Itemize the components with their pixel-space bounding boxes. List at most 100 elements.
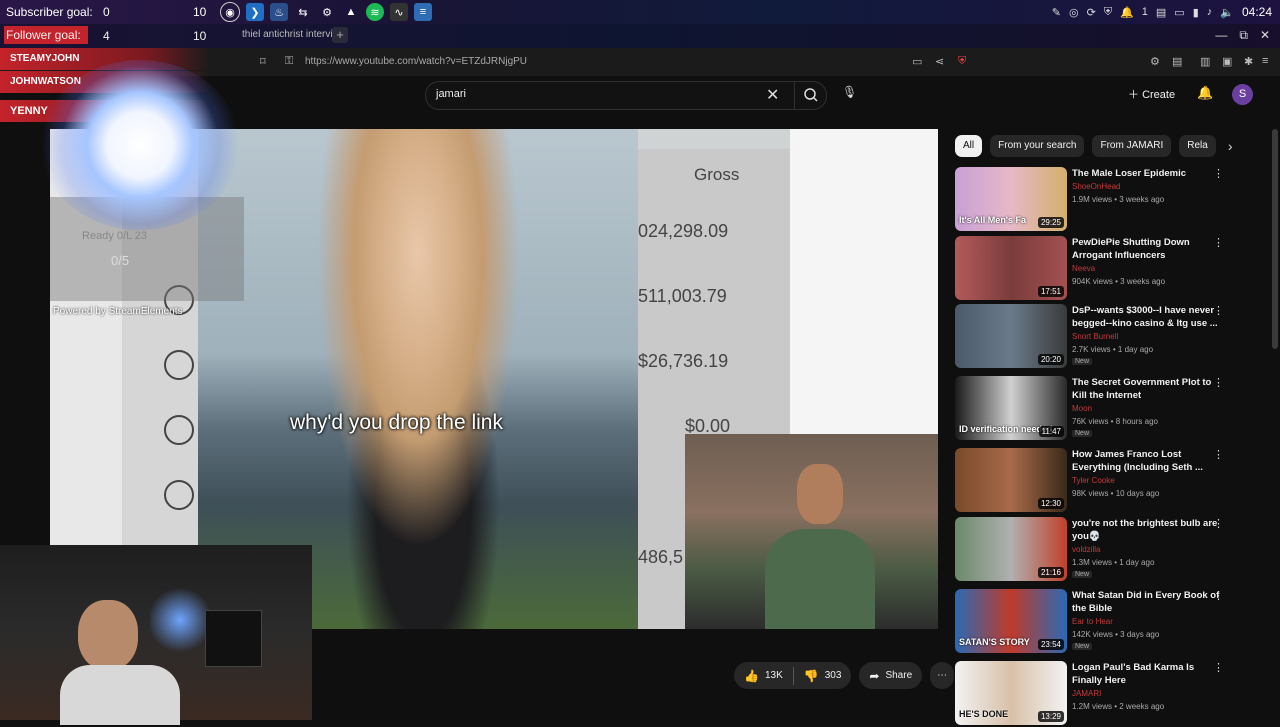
search-icon [804,88,818,102]
minimize-icon[interactable]: — [1215,28,1227,43]
video-title[interactable]: The Male Loser Epidemic [1072,167,1220,180]
like-count[interactable]: 13K [765,670,783,681]
tray-count: 1 [1141,6,1148,18]
video-title[interactable]: The Secret Government Plot to Kill the I… [1072,376,1220,402]
video-title[interactable]: Logan Paul's Bad Karma Is Finally Here [1072,661,1220,687]
terminal-icon[interactable]: ⇆ [294,3,312,21]
obs-icon[interactable]: ◉ [220,2,240,22]
recommendation-item[interactable]: 12:30 How James Franco Lost Everything (… [955,448,1235,514]
channel-name[interactable]: Tyler Cooke [1072,476,1115,485]
cast-icon[interactable]: ▭ [912,55,922,68]
video-title[interactable]: DsP--wants $3000--I have never begged--k… [1072,304,1220,330]
notifications-icon[interactable]: 🔔 [1197,85,1213,101]
kebab-menu-icon[interactable]: ⋮ [1213,661,1224,674]
channel-name[interactable]: JAMARI [1072,689,1101,698]
maximize-icon[interactable]: ⧉ [1239,28,1248,43]
new-tab-button[interactable]: + [332,27,348,43]
settings-icon[interactable]: ⚙ [318,3,336,21]
video-thumbnail[interactable]: It's All Men's Fa 29:25 [955,167,1067,231]
dislike-count[interactable]: 303 [825,670,842,681]
kebab-menu-icon[interactable]: ⋮ [1213,448,1224,461]
battery-icon[interactable]: ▮ [1193,6,1199,19]
recommendation-item[interactable]: ID verification needed 11:47 The Secret … [955,376,1235,442]
chip-from-search[interactable]: From your search [990,135,1085,157]
chip-all[interactable]: All [955,135,983,157]
account-avatar[interactable]: S [1232,84,1253,105]
video-thumbnail[interactable]: HE'S DONE 13:29 [955,661,1067,725]
video-title[interactable]: What Satan Did in Every Book of the Bibl… [1072,589,1220,615]
chevron-right-icon[interactable]: › [1228,138,1233,154]
inkscape-icon[interactable]: ▲ [342,3,360,21]
chip-from-channel[interactable]: From JAMARI [1092,135,1172,157]
reader-icon[interactable]: ▤ [1172,55,1182,68]
printer-icon[interactable]: ▤ [1156,6,1166,19]
lock-icon[interactable]: ⚿ [285,55,293,68]
url-field[interactable]: https://www.youtube.com/watch?v=ETZdJRNj… [305,56,527,67]
recommendation-item[interactable]: It's All Men's Fa 29:25 The Male Loser E… [955,167,1235,233]
monitor-icon[interactable]: ∿ [390,3,408,21]
kebab-menu-icon[interactable]: ⋮ [1213,167,1224,180]
video-thumbnail[interactable]: 21:16 [955,517,1067,581]
video-thumbnail[interactable]: 20:20 [955,304,1067,368]
share-button[interactable]: ➦ Share [859,662,923,689]
video-thumbnail[interactable]: 17:51 [955,236,1067,300]
video-title[interactable]: you're not the brightest bulb are you💀 [1072,517,1220,543]
kebab-menu-icon[interactable]: ⋮ [1213,376,1224,389]
display-icon[interactable]: ▭ [1174,6,1184,19]
clear-search-icon[interactable]: ✕ [766,85,779,105]
video-title[interactable]: How James Franco Lost Everything (Includ… [1072,448,1220,474]
tab-title[interactable]: thiel antichrist interview [242,29,345,40]
video-actions: 👍 13K 👎 303 ➦ Share ⋯ [734,662,955,689]
recommendation-item[interactable]: 21:16 you're not the brightest bulb are … [955,517,1235,583]
search-input[interactable]: jamari [436,88,466,100]
steam-icon[interactable]: ♨ [270,3,288,21]
duration-badge: 11:47 [1038,426,1064,437]
video-thumbnail[interactable]: 12:30 [955,448,1067,512]
bookmark-icon[interactable]: ⌑ [260,55,266,68]
vscode-icon[interactable]: ❯ [246,3,264,21]
browser-menu-icon[interactable]: ≡ [1262,55,1268,67]
search-button[interactable] [794,82,827,109]
search-box[interactable]: jamari ✕ [425,81,827,110]
recommendation-item[interactable]: 20:20 DsP--wants $3000--I have never beg… [955,304,1235,370]
create-button[interactable]: ＋ Create [1128,86,1175,102]
sidebar-icon[interactable]: ▥ [1200,55,1210,68]
video-title[interactable]: PewDiePie Shutting Down Arrogant Influen… [1072,236,1220,262]
channel-name[interactable]: Neeva [1072,264,1095,273]
channel-name[interactable]: Moon [1072,404,1092,413]
sync-icon[interactable]: ⟳ [1087,6,1096,19]
close-icon[interactable]: ✕ [1260,28,1270,43]
dislike-icon[interactable]: 👎 [804,669,819,683]
extensions-puzzle-icon[interactable]: ✱ [1244,55,1253,68]
channel-name[interactable]: voldzilla [1072,545,1100,554]
more-actions-button[interactable]: ⋯ [930,662,955,689]
video-thumbnail[interactable]: ID verification needed 11:47 [955,376,1067,440]
channel-name[interactable]: Ear to Hear [1072,617,1113,626]
recommendation-item[interactable]: HE'S DONE 13:29 Logan Paul's Bad Karma I… [955,661,1235,727]
brave-shield-icon[interactable]: ⛨ [958,55,966,68]
kebab-menu-icon[interactable]: ⋮ [1213,304,1224,317]
channel-name[interactable]: Snort Burnell [1072,332,1118,341]
video-thumbnail[interactable]: SATAN'S STORY 23:54 [955,589,1067,653]
shield-icon[interactable]: ⛨ [1104,6,1112,19]
spotify-icon[interactable]: ≋ [366,3,384,21]
extension-icon[interactable]: ⚙ [1150,55,1160,68]
recommendation-item[interactable]: 17:51 PewDiePie Shutting Down Arrogant I… [955,236,1235,302]
chip-related[interactable]: Rela [1179,135,1216,157]
sidebar-scrollbar[interactable] [1272,129,1278,349]
microphone-icon[interactable]: 🎙 [842,85,857,99]
notes-icon[interactable]: ≡ [414,3,432,21]
like-icon[interactable]: 👍 [744,669,759,683]
network-icon[interactable]: ◎ [1069,6,1079,19]
bell-tray-icon[interactable]: 🔔 [1120,6,1134,19]
share-page-icon[interactable]: ⋖ [935,55,944,68]
kebab-menu-icon[interactable]: ⋮ [1213,589,1224,602]
kebab-menu-icon[interactable]: ⋮ [1213,517,1224,530]
pen-icon[interactable]: ✎ [1052,6,1061,19]
music-icon[interactable]: ♪ [1207,6,1213,18]
channel-name[interactable]: ShoeOnHead [1072,182,1120,191]
wallet-icon[interactable]: ▣ [1222,55,1232,68]
recommendation-item[interactable]: SATAN'S STORY 23:54 What Satan Did in Ev… [955,589,1235,655]
volume-icon[interactable]: 🔈 [1220,6,1234,19]
kebab-menu-icon[interactable]: ⋮ [1213,236,1224,249]
